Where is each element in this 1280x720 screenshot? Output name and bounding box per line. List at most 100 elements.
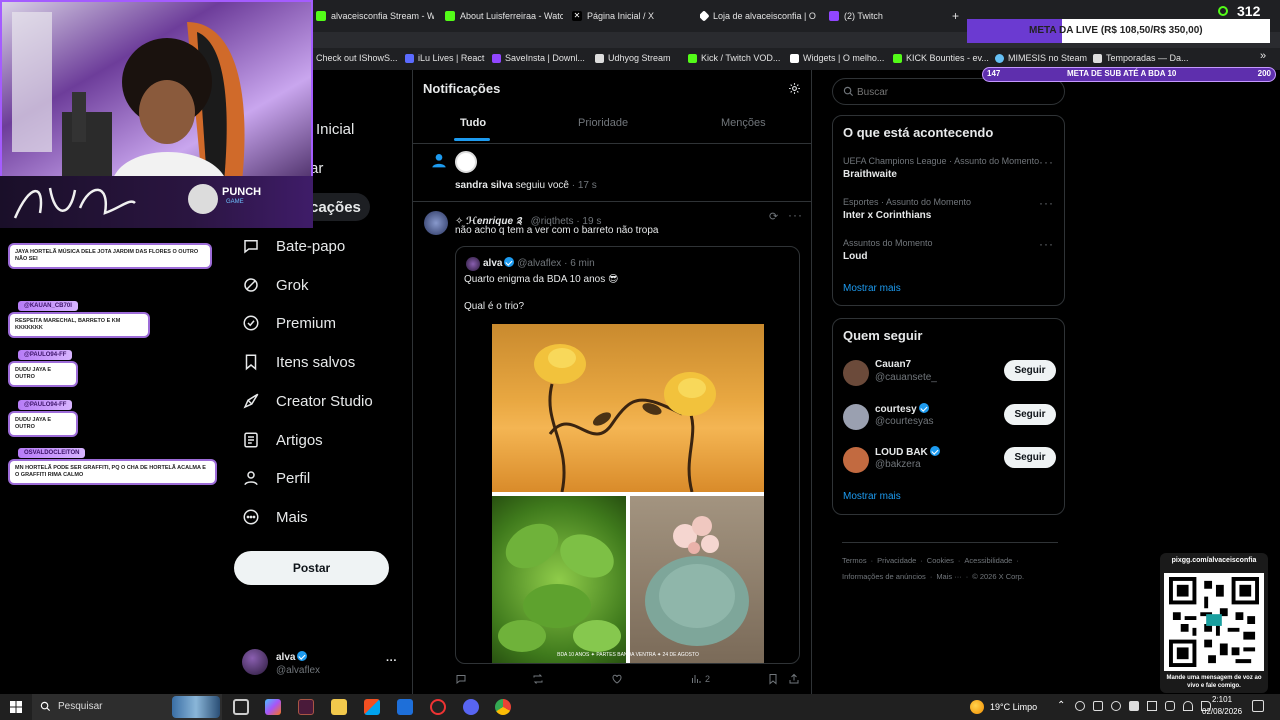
nav-chat[interactable]: Bate-papo — [242, 234, 345, 258]
system-tray — [1075, 701, 1211, 711]
like-icon[interactable] — [611, 673, 623, 685]
nav-profile[interactable]: Perfil — [242, 466, 310, 490]
tray-icon[interactable] — [1093, 701, 1103, 711]
more-icon[interactable]: ··· — [386, 655, 397, 667]
trend-item[interactable]: Assuntos do Momento Loud — [843, 238, 933, 262]
follow-suggestion[interactable]: courtesy @courtesyas Seguir — [843, 401, 1056, 431]
nav-premium[interactable]: Premium — [242, 311, 336, 335]
tray-icon[interactable] — [1165, 701, 1175, 711]
clock-time[interactable]: 2:101 — [1212, 695, 1232, 704]
nav-grok[interactable]: Grok — [242, 273, 309, 297]
account-switcher[interactable]: alva @alvaflex ··· — [242, 649, 402, 679]
chat-username: OSVALDOCLEITON — [18, 448, 86, 458]
footer-link[interactable]: Cookies — [927, 556, 954, 565]
qr-caption: Mande uma mensagem de voz ao vivo e fale… — [1166, 675, 1262, 689]
tray-icon[interactable] — [1129, 701, 1139, 711]
bookmark[interactable]: Temporadas — Da... — [1093, 53, 1189, 63]
quoted-tweet[interactable]: alva @alvaflex · 6 min Quarto enigma da … — [455, 246, 800, 664]
follow-button[interactable]: Seguir — [1004, 404, 1056, 425]
wifi-icon[interactable] — [1183, 701, 1193, 711]
trend-item[interactable]: UEFA Champions League · Assunto do Momen… — [843, 156, 1039, 180]
tweet-text: não acho q tem a ver com o barreto não t… — [455, 225, 659, 236]
nav-more[interactable]: Mais — [242, 505, 308, 529]
windows-start-icon[interactable] — [10, 701, 22, 713]
tray-icon[interactable] — [1075, 701, 1085, 711]
nav-creator-studio[interactable]: Creator Studio — [242, 389, 373, 413]
bookmark-icon[interactable] — [767, 673, 779, 685]
tweet-more-icon[interactable]: ··· — [788, 208, 803, 222]
follow-button[interactable]: Seguir — [1004, 447, 1056, 468]
footer-link[interactable]: Privacidade — [877, 556, 916, 565]
taskbar-search[interactable]: Pesquisar — [32, 694, 222, 720]
post-button[interactable]: Postar — [234, 551, 389, 585]
tab-priority[interactable]: Prioridade — [578, 117, 628, 129]
app-icon[interactable] — [397, 699, 413, 715]
tab-mentions[interactable]: Menções — [721, 117, 766, 129]
views-icon[interactable] — [690, 673, 702, 685]
bookmark[interactable]: MIMESIS no Steam — [995, 53, 1087, 63]
more-bookmarks-button[interactable]: » — [1260, 50, 1266, 62]
more-icon[interactable]: ··· — [1039, 155, 1054, 169]
footer-link[interactable]: Termos — [842, 556, 867, 565]
media-collage[interactable]: BDA 10 ANOS ✦ PARTES BANDA VENTRA ✦ 24 D… — [492, 324, 764, 663]
cactus-illustration-icon — [645, 516, 749, 646]
footer-link[interactable]: Informações de anúncios — [842, 572, 926, 581]
verified-icon — [918, 403, 929, 413]
follow-button[interactable]: Seguir — [1004, 360, 1056, 381]
chat-message: OSVALDOCLEITON MN HORTELÃ PODE SER GRAFF… — [10, 441, 215, 484]
browser-tab[interactable]: Loja de alvaceisconfia | O — [700, 6, 818, 26]
weather-text[interactable]: 19°C Limpo — [990, 702, 1037, 712]
browser-tab[interactable]: (2) Twitch — [829, 6, 947, 26]
footer-link[interactable]: Acessibilidade — [964, 556, 1012, 565]
file-explorer-icon[interactable] — [331, 699, 347, 715]
bookmark[interactable]: Check out IShowS... — [316, 53, 398, 63]
follow-suggestion[interactable]: LOUD BAK @bakzera Seguir — [843, 444, 1056, 474]
clock-date[interactable]: 02/08/2026 — [1202, 707, 1242, 716]
grok-icon[interactable]: ⟳ — [769, 210, 778, 223]
chrome-icon[interactable] — [495, 699, 511, 715]
nav-articles[interactable]: Artigos — [242, 428, 323, 452]
show-more-follow-link[interactable]: Mostrar mais — [843, 491, 901, 502]
settings-gear-icon[interactable] — [788, 82, 801, 95]
follow-suggestion[interactable]: Cauan7 @cauansete_ Seguir — [843, 357, 1056, 387]
bookmark-favicon-icon — [688, 53, 697, 63]
search-box[interactable] — [832, 78, 1065, 105]
browser-tab[interactable]: ✕ Página Inicial / X — [572, 6, 690, 26]
bookmark[interactable]: iLu Lives | React — [405, 53, 484, 63]
discord-icon[interactable] — [463, 699, 479, 715]
show-more-trends-link[interactable]: Mostrar mais — [843, 283, 901, 294]
new-tab-button[interactable]: + — [952, 6, 966, 26]
obs-icon[interactable] — [430, 699, 446, 715]
bookmark[interactable]: SaveInsta | Downl... — [492, 53, 585, 63]
suggestion-handle: @courtesyas — [875, 416, 934, 427]
store-icon[interactable] — [364, 699, 380, 715]
browser-tab[interactable]: About Luisferreiraa - Watc — [445, 6, 563, 26]
copilot-icon[interactable] — [265, 699, 281, 715]
notifications-icon[interactable] — [1252, 700, 1264, 712]
rose-illustration-icon — [534, 344, 716, 492]
share-icon[interactable] — [788, 673, 800, 685]
search-input[interactable] — [857, 83, 1057, 101]
nav-bookmarks[interactable]: Itens salvos — [242, 350, 355, 374]
trend-item[interactable]: Esportes · Assunto do Momento Inter x Cor… — [843, 197, 971, 221]
retweet-icon[interactable] — [532, 673, 544, 685]
bookmark[interactable]: Udhyog Stream — [595, 53, 671, 63]
chevron-up-icon[interactable]: ⌃ — [1057, 700, 1065, 711]
bookmark[interactable]: Widgets | O melho... — [790, 53, 884, 63]
browser-tab[interactable]: alvaceisconfia Stream - W — [316, 6, 434, 26]
bookmark[interactable]: Kick / Twitch VOD... — [688, 53, 780, 63]
app-icon[interactable] — [298, 699, 314, 715]
tray-icon[interactable] — [1147, 701, 1157, 711]
more-icon[interactable]: ··· — [1039, 237, 1054, 251]
tab-all[interactable]: Tudo — [460, 117, 486, 129]
tray-icon[interactable] — [1111, 701, 1121, 711]
more-icon[interactable]: ··· — [1039, 196, 1054, 210]
trend-category: Esportes · Assunto do Momento — [843, 197, 972, 207]
bookmark-favicon-icon — [790, 53, 799, 63]
follow-notification[interactable]: sandra silva seguiu você · 17 s — [413, 144, 811, 201]
bookmark[interactable]: KICK Bounties - ev... — [893, 53, 989, 63]
avatar[interactable] — [424, 211, 448, 235]
task-view-icon[interactable] — [233, 699, 249, 715]
footer-link[interactable]: Mais ··· — [936, 572, 961, 581]
reply-icon[interactable] — [455, 673, 467, 685]
